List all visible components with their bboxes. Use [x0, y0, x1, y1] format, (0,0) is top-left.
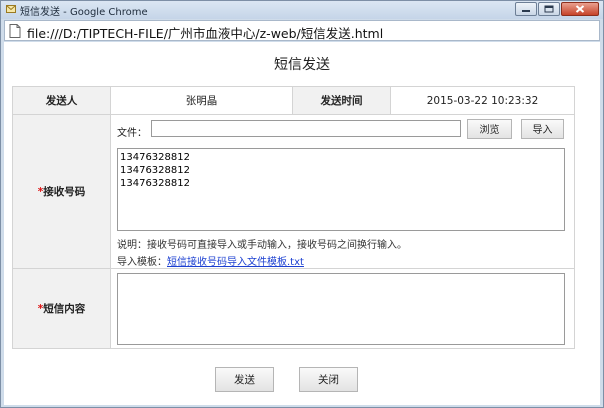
title-bar[interactable]: 短信发送 - Google Chrome — [1, 1, 603, 19]
file-path-input[interactable] — [151, 119, 461, 137]
minimize-button[interactable] — [515, 2, 537, 16]
send-time-value: 2015-03-22 10:23:32 — [390, 86, 575, 115]
minimize-icon — [522, 10, 530, 12]
maximize-icon — [544, 5, 554, 13]
page-title: 短信发送 — [274, 57, 330, 73]
close-button[interactable]: 关闭 — [299, 367, 358, 392]
page-icon — [9, 24, 21, 38]
url-text[interactable]: file:///D:/TIPTECH-FILE/广州市血液中心/z-web/短信… — [27, 23, 383, 42]
send-button[interactable]: 发送 — [215, 367, 274, 392]
receiver-label-text: 接收号码 — [43, 186, 86, 198]
sms-icon — [6, 5, 16, 13]
sender-label: 发送人 — [12, 86, 111, 115]
import-template-line: 导入模板：短信接收号码导入文件模板.txt — [117, 253, 304, 268]
sms-content-textarea[interactable] — [117, 272, 565, 345]
file-label: 文件： — [117, 127, 147, 139]
browser-window: 短信发送 - Google Chrome file:///D:/TIPTECH-… — [0, 0, 604, 408]
address-bar[interactable]: file:///D:/TIPTECH-FILE/广州市血液中心/z-web/短信… — [4, 20, 600, 41]
sender-value: 张明晶 — [110, 86, 293, 115]
import-button[interactable]: 导入 — [521, 118, 564, 139]
close-window-button[interactable] — [561, 2, 599, 16]
receiver-hint: 说明：接收号码可直接导入或手动输入，接收号码之间换行输入。 — [117, 239, 407, 251]
browse-button[interactable]: 浏览 — [467, 118, 512, 139]
window-title: 短信发送 - Google Chrome — [20, 7, 148, 18]
send-time-label: 发送时间 — [292, 86, 391, 115]
template-prefix: 导入模板： — [117, 256, 167, 268]
maximize-button[interactable] — [538, 2, 560, 16]
template-download-link[interactable]: 短信接收号码导入文件模板.txt — [167, 257, 304, 268]
sms-content-label: *短信内容 — [12, 268, 111, 349]
sms-form: 发送人 张明晶 发送时间 2015-03-22 10:23:32 *接收号码 文… — [12, 86, 575, 349]
close-icon — [575, 5, 585, 13]
sms-content-label-text: 短信内容 — [43, 303, 86, 315]
page-content: 短信发送 发送人 张明晶 发送时间 2015-03-22 10:23:32 *接… — [4, 42, 600, 405]
receiver-numbers-textarea[interactable]: 13476328812 13476328812 13476328812 — [117, 147, 565, 231]
receiver-label: *接收号码 — [12, 114, 111, 269]
